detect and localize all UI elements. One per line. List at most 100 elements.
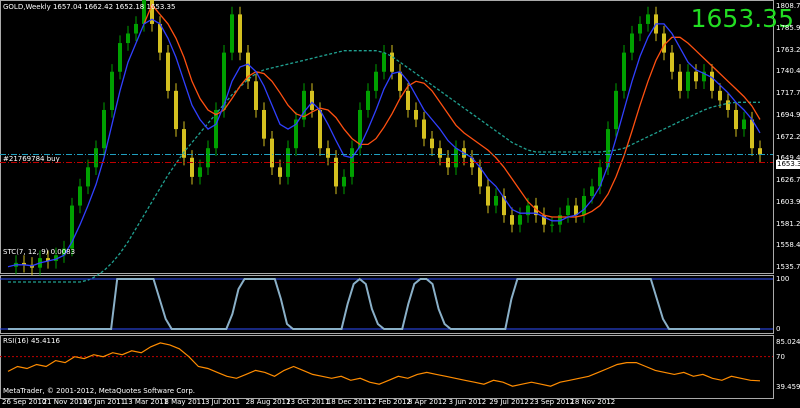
candle-body: [694, 71, 698, 82]
candle-body: [398, 71, 402, 91]
candle-body: [646, 14, 650, 24]
price-tick-label: 1740.46: [776, 67, 800, 76]
rsi-line: [7, 342, 761, 387]
candle-body: [86, 167, 90, 187]
price-tick-label: 1603.96: [776, 197, 800, 206]
candle-body: [742, 119, 746, 130]
candle-body: [374, 71, 378, 91]
candle-body: [214, 109, 218, 149]
price-tick-label: 1581.21: [776, 219, 800, 228]
time-tick-label: 3 Jun 2012: [448, 398, 487, 406]
price-tick-label: 1535.71: [776, 263, 800, 271]
candle-body: [726, 100, 730, 110]
candle-body: [566, 205, 570, 216]
rsi-tick-label: 70: [776, 352, 785, 361]
time-tick-label: 8 Apr 2012: [408, 398, 447, 406]
candle-body: [454, 148, 458, 168]
candle-body: [494, 195, 498, 206]
candle-body: [414, 109, 418, 120]
time-tick-label: 29 Jul 2012: [489, 398, 529, 406]
price-tick-label: 1785.96: [776, 23, 800, 32]
price-tick-label: 1672.21: [776, 132, 800, 141]
candle-body: [630, 33, 634, 53]
time-tick-label: 23 Sep 2012: [529, 398, 575, 406]
candle-body: [750, 119, 754, 149]
chart-canvas[interactable]: [0, 0, 800, 408]
candle-body: [366, 90, 370, 110]
price-tick-label: 1717.71: [776, 89, 800, 98]
time-tick-label: 18 Nov 2012: [570, 398, 616, 406]
time-tick-label: 21 Nov 2010: [42, 398, 88, 406]
order-label[interactable]: #21769784 buy: [3, 155, 60, 164]
time-tick-label: 23 Oct 2011: [286, 398, 330, 406]
price-tick-label: 1626.71: [776, 176, 800, 185]
time-tick-label: 8 May 2011: [164, 398, 206, 406]
candle-body: [342, 176, 346, 187]
time-tick-label: 16 Jan 2011: [83, 398, 126, 406]
rsi-tick-label: 85.0241: [776, 337, 800, 346]
candle-body: [134, 23, 138, 34]
stc-indicator-label: STC(7, 12, 9) 0.0083: [3, 248, 76, 256]
candle-body: [422, 119, 426, 139]
candle-body: [206, 148, 210, 168]
candle-body: [326, 148, 330, 158]
candle-body: [582, 195, 586, 216]
copyright-text: MetaTrader, © 2001-2012, MetaQuotes Soft…: [3, 387, 196, 395]
candle-body: [438, 148, 442, 158]
candle-body: [310, 90, 314, 110]
price-tick-label: 1649.46: [776, 154, 800, 163]
time-tick-label: 13 Mar 2011: [123, 398, 169, 406]
stc-tick-label: 100: [776, 275, 790, 283]
candle-body: [126, 33, 130, 44]
candle-body: [550, 224, 554, 226]
time-tick-label: 28 Aug 2011: [245, 398, 291, 406]
stc-tick-label: 0: [776, 325, 781, 333]
price-tick-label: 1694.96: [776, 110, 800, 119]
candle-body: [230, 14, 234, 53]
candle-body: [734, 109, 738, 130]
price-tick-label: 1808.77: [776, 2, 800, 10]
candle-body: [318, 109, 322, 149]
candle-body: [94, 148, 98, 168]
candle-body: [118, 43, 122, 72]
time-tick-label: 12 Feb 2012: [367, 398, 411, 406]
candle-body: [110, 71, 114, 110]
price-tick-label: 1763.21: [776, 45, 800, 54]
candle-body: [686, 71, 690, 91]
candle-body: [254, 81, 258, 110]
candle-body: [190, 157, 194, 177]
candle-body: [102, 109, 106, 149]
time-tick-label: 18 Dec 2011: [326, 398, 372, 406]
candle-body: [486, 186, 490, 206]
candle-body: [406, 90, 410, 110]
candle-body: [510, 215, 514, 225]
candle-body: [158, 23, 162, 53]
rsi-tick-label: 39.4598: [776, 382, 800, 391]
candle-body: [670, 52, 674, 72]
candle-body: [174, 90, 178, 130]
candle-body: [718, 90, 722, 101]
candle-body: [262, 109, 266, 139]
candle-body: [622, 52, 626, 91]
candle-body: [78, 186, 82, 206]
candle-body: [278, 167, 282, 177]
price-tick-label: 1558.46: [776, 241, 800, 250]
candle-body: [638, 23, 642, 34]
main-panel-frame: [0, 0, 774, 274]
candle-body: [758, 148, 762, 155]
candle-body: [518, 215, 522, 225]
candle-body: [678, 71, 682, 91]
candle-body: [198, 167, 202, 177]
chart-header: GOLD,Weekly 1657.04 1662.42 1652.18 1653…: [3, 3, 176, 11]
candle-body: [614, 90, 618, 130]
rsi-indicator-label: RSI(16) 45.4116: [3, 337, 60, 345]
stc-line: [8, 277, 760, 330]
candle-body: [238, 14, 242, 53]
time-tick-label: 3 Jul 2011: [205, 398, 241, 406]
slow-ma-line: [143, 3, 761, 218]
candle-body: [430, 138, 434, 149]
candle-body: [166, 52, 170, 91]
candle-body: [382, 52, 386, 72]
time-tick-label: 26 Sep 2010: [2, 398, 47, 406]
candle-body: [710, 71, 714, 91]
